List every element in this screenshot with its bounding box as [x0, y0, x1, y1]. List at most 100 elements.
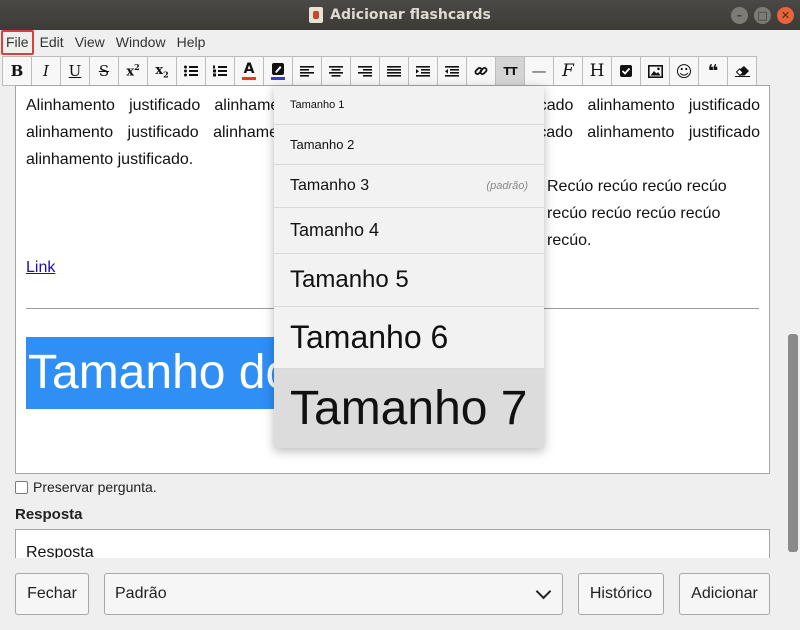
image-icon	[647, 64, 663, 78]
ordered-list-button[interactable]	[205, 56, 235, 86]
font-size-option-4[interactable]: Tamanho 4	[274, 208, 544, 254]
preserve-question-row[interactable]: Preservar pergunta.	[15, 479, 157, 495]
superscript-base: x	[126, 64, 135, 80]
italic-button[interactable]: I	[31, 56, 61, 86]
bold-button[interactable]: B	[2, 56, 32, 86]
highlight-color-swatch	[271, 77, 285, 80]
menu-window[interactable]: Window	[111, 30, 171, 55]
bottom-bar: Fechar Padrão Histórico Adicionar	[0, 558, 800, 630]
align-center-button[interactable]	[321, 56, 351, 86]
highlight-color-button[interactable]	[263, 56, 293, 86]
bold-icon: B	[10, 62, 24, 80]
answer-editor[interactable]: Resposta	[15, 529, 770, 558]
text-color-icon: A	[243, 61, 255, 77]
font-size-option-7[interactable]: Tamanho 7	[274, 369, 544, 448]
close-window-button[interactable]: ✕	[777, 7, 794, 24]
font-size-option-1[interactable]: Tamanho 1	[274, 86, 544, 125]
option-label: Tamanho 3	[290, 177, 370, 194]
answer-text: Resposta	[26, 544, 94, 558]
selected-large-text: Tamanho do	[26, 337, 276, 409]
chevron-down-icon	[535, 583, 552, 599]
strikethrough-icon: S	[98, 62, 110, 80]
superscript-exponent: 2	[134, 62, 140, 73]
add-button[interactable]: Adicionar	[679, 573, 770, 615]
preserve-checkbox[interactable]	[15, 480, 28, 494]
menu-help[interactable]: Help	[172, 30, 211, 55]
align-right-icon	[358, 65, 372, 77]
font-size-option-6[interactable]: Tamanho 6	[274, 307, 544, 369]
scrollbar-thumb[interactable]	[788, 334, 798, 552]
superscript-button[interactable]: x2	[118, 56, 148, 86]
title-bar: Adicionar flashcards – □ ✕	[0, 0, 800, 30]
heading-icon: H	[589, 61, 605, 81]
font-size-button[interactable]: TT	[495, 56, 525, 86]
editor-link[interactable]: Link	[26, 254, 55, 281]
numbered-list-icon	[213, 65, 227, 77]
font-size-option-5[interactable]: Tamanho 5	[274, 254, 544, 307]
italic-icon: I	[43, 62, 49, 80]
option-label: Tamanho 6	[290, 319, 449, 355]
subscript-icon: x2	[155, 63, 168, 80]
close-button[interactable]: Fechar	[15, 573, 89, 615]
subscript-exponent: 2	[163, 69, 169, 80]
indent-button[interactable]	[408, 56, 438, 86]
indented-paragraph: Recúo recúo recúo recúo recúo recúo recú…	[547, 178, 727, 249]
smiley-icon: ☺	[675, 61, 693, 81]
highlighter-icon	[272, 63, 284, 75]
font-size-option-3[interactable]: Tamanho 3 (padrão)	[274, 165, 544, 208]
align-justify-icon	[387, 65, 401, 77]
text-color-button[interactable]: A	[234, 56, 264, 86]
option-label: Tamanho 5	[290, 266, 409, 293]
anki-app-icon	[309, 7, 324, 23]
default-note: (padrão)	[486, 180, 528, 192]
underline-button[interactable]: U	[60, 56, 90, 86]
indent-icon	[416, 65, 430, 77]
option-label: Tamanho 2	[290, 137, 355, 152]
align-right-button[interactable]	[350, 56, 380, 86]
history-button[interactable]: Histórico	[578, 573, 664, 615]
align-left-button[interactable]	[292, 56, 322, 86]
outdent-icon	[445, 65, 459, 77]
function-button[interactable]: F	[553, 56, 583, 86]
minimize-button[interactable]: –	[731, 7, 748, 24]
menu-edit[interactable]: Edit	[35, 30, 69, 55]
align-justify-button[interactable]	[379, 56, 409, 86]
clear-formatting-button[interactable]	[727, 56, 757, 86]
link-button[interactable]	[466, 56, 496, 86]
answer-field-label: Resposta	[15, 506, 83, 523]
menu-file[interactable]: File	[1, 30, 34, 55]
link-icon	[474, 67, 488, 75]
checkbox-icon	[620, 65, 632, 77]
function-icon: F	[562, 61, 574, 81]
deck-select[interactable]: Padrão	[104, 573, 563, 615]
checkbox-button[interactable]	[611, 56, 641, 86]
outdent-button[interactable]	[437, 56, 467, 86]
menu-bar: File Edit View Window Help	[0, 30, 800, 55]
menu-view[interactable]: View	[70, 30, 110, 55]
image-button[interactable]	[640, 56, 670, 86]
blockquote-button[interactable]: ❝	[698, 56, 728, 86]
preserve-label: Preservar pergunta.	[33, 479, 157, 495]
horizontal-rule-icon: —	[531, 62, 547, 80]
strikethrough-button[interactable]: S	[89, 56, 119, 86]
emoji-button[interactable]: ☺	[669, 56, 699, 86]
underline-icon: U	[68, 62, 82, 80]
font-size-option-2[interactable]: Tamanho 2	[274, 125, 544, 165]
heading-button[interactable]: H	[582, 56, 612, 86]
align-center-icon	[329, 65, 343, 77]
bullet-list-icon	[184, 65, 198, 77]
deck-select-value: Padrão	[115, 585, 167, 602]
horizontal-rule-button[interactable]: —	[524, 56, 554, 86]
eraser-icon	[734, 66, 750, 77]
quote-icon: ❝	[707, 60, 719, 82]
option-label: Tamanho 7	[290, 382, 528, 435]
font-size-icon: TT	[503, 64, 517, 78]
text-color-swatch	[242, 77, 256, 80]
subscript-button[interactable]: x2	[147, 56, 177, 86]
formatting-toolbar: B I U S x2 x2 A TT — F H ☺ ❝	[0, 56, 790, 86]
maximize-button[interactable]: □	[754, 7, 771, 24]
align-left-icon	[300, 65, 314, 77]
unordered-list-button[interactable]	[176, 56, 206, 86]
option-label: Tamanho 1	[290, 99, 345, 111]
superscript-icon: x2	[126, 62, 139, 79]
